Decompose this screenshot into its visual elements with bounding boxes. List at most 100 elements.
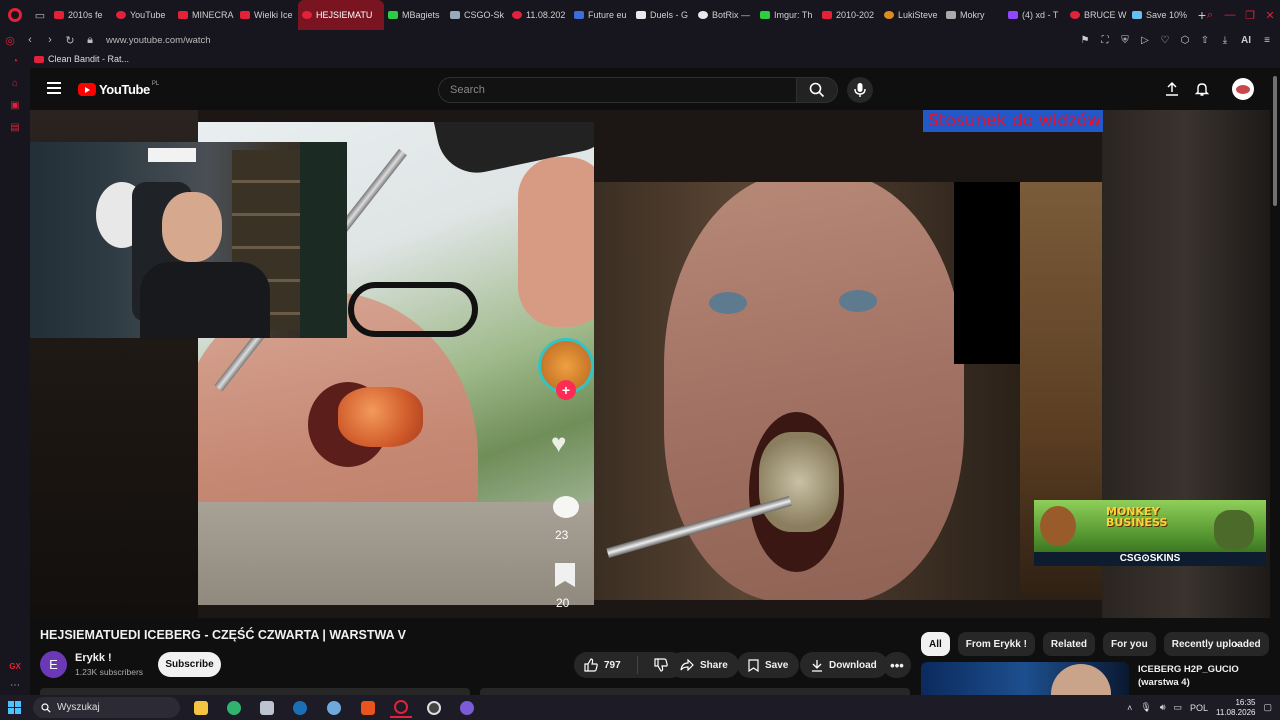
reload-icon[interactable]: ↻ [60, 34, 80, 47]
recommended-video-thumbnail[interactable] [921, 662, 1129, 695]
browser-tab[interactable]: BRUCE W [1066, 0, 1128, 30]
browser-tab[interactable]: Save 10% [1128, 0, 1190, 30]
back-button[interactable]: ‹ [20, 34, 40, 46]
page-scrollbar[interactable] [1270, 70, 1280, 695]
obs-icon[interactable] [423, 697, 445, 718]
sidebar-more-icon[interactable]: ⋯ [0, 680, 30, 691]
player-icon[interactable]: ▷ [1138, 35, 1152, 46]
search-tabs-icon[interactable]: ⌕ [1200, 9, 1220, 22]
browser-tab[interactable]: Imgur: Th [756, 0, 818, 30]
microphone-tray-icon[interactable]: 🎙︎ [1140, 702, 1151, 713]
heart-icon[interactable]: ♡ [1158, 35, 1172, 46]
channel-avatar[interactable]: E [40, 651, 67, 678]
browser-tab[interactable]: Future eu [570, 0, 632, 30]
filter-chip[interactable]: Related [1042, 632, 1096, 656]
forward-button[interactable]: › [40, 34, 60, 46]
taskbar-search-icon [41, 702, 51, 713]
gx-badge[interactable]: GX [0, 662, 30, 671]
filter-chip[interactable]: For you [1103, 632, 1156, 656]
browser-tab[interactable]: LukiSteve [880, 0, 942, 30]
steam-icon[interactable] [289, 697, 311, 718]
opera-sidebar-icon[interactable]: ◎ [0, 34, 20, 47]
browser-tab[interactable]: Wielki Ice [236, 0, 298, 30]
description-box[interactable] [40, 688, 470, 695]
browser-tab[interactable]: Mokry [942, 0, 1004, 30]
notifications-icon[interactable]: ▢ [1263, 702, 1272, 713]
browser-tab[interactable]: MINECRA [174, 0, 236, 30]
browser-tab[interactable]: 2010s fe [50, 0, 112, 30]
subscribe-button[interactable]: Subscribe [158, 652, 221, 677]
file-explorer-icon[interactable] [190, 697, 212, 718]
settings-gear-icon[interactable] [323, 697, 345, 718]
tab-favicon-icon [822, 11, 832, 19]
filter-chip[interactable]: From Erykk ! [957, 632, 1035, 656]
downloads-icon[interactable]: ⤓ [1218, 35, 1232, 46]
browser-tab[interactable]: (4) xd - T [1004, 0, 1066, 30]
windows-start-icon[interactable] [8, 701, 21, 714]
download-button[interactable]: Download [800, 652, 888, 678]
download-icon [812, 659, 822, 672]
taskbar-clock[interactable]: 16:35 11.08.2026 [1216, 698, 1255, 718]
ai-button[interactable]: AI [1238, 35, 1254, 46]
tray-expand-icon[interactable]: ˄ [1127, 703, 1132, 713]
ad-banner[interactable]: MONKEY BUSINESS CSG⊙SKINS [1034, 500, 1266, 566]
twitch-icon[interactable]: ▤ [0, 116, 30, 138]
browser-tab[interactable]: 2010-202 [818, 0, 880, 30]
voice-search-button[interactable] [847, 77, 873, 103]
filter-chip[interactable]: Recently uploaded [1163, 632, 1269, 656]
snapshot-icon[interactable]: ⛶ [1098, 35, 1112, 46]
chips-next-icon[interactable]: › [1234, 636, 1238, 651]
search-button[interactable] [796, 77, 838, 103]
window-controls: ⌕ — ❐ ✕ [1200, 0, 1280, 30]
bookmark-icon[interactable]: ⚑ [1078, 35, 1092, 46]
browser-tab[interactable]: MBagiets [384, 0, 446, 30]
app-icon-purple[interactable] [456, 697, 478, 718]
brave-icon[interactable] [357, 697, 379, 718]
browser-tab[interactable]: HEJSIEMATU [298, 0, 384, 30]
save-button[interactable]: Save [737, 652, 800, 678]
more-actions-button[interactable]: ••• [883, 652, 911, 678]
hot-tabs-icon[interactable]: ⌂ [0, 72, 30, 94]
share-icon[interactable]: ⇧ [1198, 35, 1212, 46]
like-button[interactable]: 797 [574, 652, 631, 678]
app-icon-3[interactable] [256, 697, 278, 718]
messenger-icon[interactable]: ▣ [0, 94, 30, 116]
browser-tab[interactable]: 11.08.202 [508, 0, 570, 30]
maximize-button[interactable]: ❐ [1240, 9, 1260, 22]
youtube-logo[interactable]: YouTube PL [78, 81, 159, 97]
search-input[interactable]: Search [438, 77, 796, 103]
network-icon[interactable]: ▭ [1174, 702, 1183, 713]
bookmark-item[interactable]: Clean Bandit - Rat... [48, 54, 129, 64]
tab-overview-icon[interactable]: ▭ [30, 0, 50, 30]
minimize-button[interactable]: — [1220, 9, 1240, 21]
language-indicator[interactable]: POL [1190, 703, 1208, 713]
extensions-icon[interactable]: ⬡ [1178, 35, 1192, 46]
opera-logo-icon[interactable] [0, 0, 30, 30]
ad-title: MONKEY BUSINESS [1106, 506, 1167, 528]
opera-gx-icon[interactable] [390, 697, 412, 718]
tiktok-comment-count: 23 [555, 528, 569, 542]
tiktok-heart-icon: ♥ [551, 428, 567, 458]
edge-icon[interactable] [223, 697, 245, 718]
share-label: Share [700, 659, 728, 671]
gx-control-icon[interactable]: ◔ [0, 50, 30, 72]
recommended-video-title[interactable]: ICEBERG H2P_GUCIO (warstwa 4) [1138, 663, 1258, 689]
share-button[interactable]: Share [669, 652, 739, 678]
close-button[interactable]: ✕ [1260, 9, 1280, 22]
filter-chip[interactable]: All [921, 632, 950, 656]
browser-tab[interactable]: BotRix — [694, 0, 756, 30]
browser-tab[interactable]: YouTube [112, 0, 174, 30]
notifications-bell-icon[interactable] [1194, 81, 1210, 97]
url-field[interactable]: www.youtube.com/watch [106, 35, 211, 46]
browser-tab[interactable]: CSGO-Sk [446, 0, 508, 30]
video-player[interactable]: + ♥ 23 20 Stosunek do widzów MONKEY BUSI… [30, 110, 1270, 618]
hamburger-menu-icon[interactable] [47, 82, 61, 94]
account-avatar[interactable] [1232, 78, 1254, 100]
menu-icon[interactable]: ≡ [1260, 35, 1274, 46]
upload-icon[interactable] [1164, 81, 1180, 97]
channel-name[interactable]: Erykk ! [75, 652, 112, 664]
taskbar-search[interactable]: Wyszukaj [33, 697, 180, 718]
volume-icon[interactable]: 🔊︎ [1160, 702, 1166, 713]
browser-tab[interactable]: Duels - G [632, 0, 694, 30]
vpn-shield-icon[interactable]: ⛨ [1118, 35, 1132, 46]
